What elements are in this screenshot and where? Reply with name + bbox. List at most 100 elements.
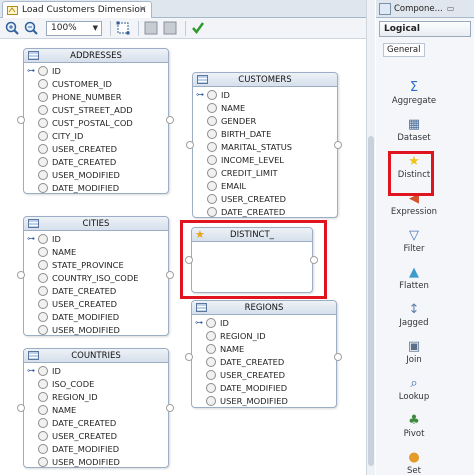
table-cities[interactable]: CITIES ⊶ ID NAME STATE_PROVINCE COUNTRY_ISO_… bbox=[23, 216, 169, 336]
attribute-icon bbox=[38, 233, 48, 244]
attribute-row[interactable]: INCOME_LEVEL bbox=[193, 153, 337, 166]
palette-item-flatten[interactable]: ▲ Flatten bbox=[384, 265, 444, 291]
table-header[interactable]: CUSTOMERS bbox=[193, 73, 337, 87]
attribute-row[interactable]: CREDIT_LIMIT bbox=[193, 166, 337, 179]
attribute-row[interactable]: USER_CREATED bbox=[24, 297, 168, 310]
palette-item-filter[interactable]: ▽ Filter bbox=[384, 228, 444, 254]
minimize-icon[interactable]: ▭ bbox=[447, 4, 455, 13]
palette-item-lookup[interactable]: ⌕ Lookup bbox=[384, 376, 444, 402]
table-header[interactable]: REGIONS bbox=[192, 301, 336, 315]
table-header[interactable]: ADDRESSES bbox=[24, 49, 168, 63]
input-port[interactable] bbox=[186, 141, 194, 149]
input-port[interactable] bbox=[17, 271, 25, 279]
attribute-row[interactable]: GENDER bbox=[193, 114, 337, 127]
attribute-row[interactable]: DATE_MODIFIED bbox=[24, 310, 168, 323]
attribute-row[interactable]: ⊶ ID bbox=[24, 364, 168, 377]
table-addresses[interactable]: ADDRESSES ⊶ ID CUSTOMER_ID PHONE_NUMBER CUST… bbox=[23, 48, 169, 194]
attribute-row[interactable]: USER_MODIFIED bbox=[192, 394, 336, 407]
attribute-row[interactable]: NAME bbox=[24, 403, 168, 416]
attribute-row[interactable]: EMAIL bbox=[193, 179, 337, 192]
attribute-row[interactable]: ⊶ ID bbox=[193, 88, 337, 101]
attribute-row[interactable]: ⊶ ID bbox=[24, 64, 168, 77]
output-port[interactable] bbox=[166, 404, 174, 412]
attribute-row[interactable]: USER_CREATED bbox=[24, 142, 168, 155]
palette-item-set[interactable]: ● Set bbox=[384, 450, 444, 475]
zoom-out-icon[interactable] bbox=[23, 20, 39, 36]
attribute-row[interactable]: CITY_ID bbox=[24, 129, 168, 142]
palette-item-join[interactable]: ▣ Join bbox=[384, 339, 444, 365]
attribute-row[interactable]: DATE_CREATED bbox=[193, 205, 337, 218]
attribute-row[interactable]: PHONE_NUMBER bbox=[24, 90, 168, 103]
attribute-row[interactable]: CUST_POSTAL_COD bbox=[24, 116, 168, 129]
palette-item-label: Filter bbox=[403, 244, 425, 254]
palette-item-dataset[interactable]: ▦ Dataset bbox=[384, 117, 444, 143]
attribute-row[interactable]: NAME bbox=[192, 342, 336, 355]
attribute-row[interactable]: DATE_MODIFIED bbox=[24, 181, 168, 194]
attribute-row[interactable]: NAME bbox=[24, 245, 168, 258]
attribute-name: PHONE_NUMBER bbox=[52, 91, 122, 102]
attribute-row[interactable]: COUNTRY_ISO_CODE bbox=[24, 271, 168, 284]
scrollbar-thumb[interactable] bbox=[368, 136, 374, 466]
attribute-row[interactable]: ISO_CODE bbox=[24, 377, 168, 390]
palette-tab[interactable]: Compone... ▭ bbox=[376, 0, 474, 18]
table-countries[interactable]: COUNTRIES ⊶ ID ISO_CODE REGION_ID NAME DATE_C… bbox=[23, 348, 169, 468]
input-port[interactable] bbox=[185, 353, 193, 361]
output-port[interactable] bbox=[166, 116, 174, 124]
join-icon: ▣ bbox=[407, 339, 421, 354]
palette-item-aggregate[interactable]: Σ Aggregate bbox=[384, 80, 444, 106]
attribute-row[interactable]: DATE_CREATED bbox=[24, 416, 168, 429]
attribute-row[interactable]: CUSTOMER_ID bbox=[24, 77, 168, 90]
attribute-name: USER_CREATED bbox=[52, 143, 118, 154]
attribute-row[interactable]: BIRTH_DATE bbox=[193, 127, 337, 140]
attribute-row[interactable]: DATE_CREATED bbox=[24, 284, 168, 297]
attribute-row[interactable]: REGION_ID bbox=[192, 329, 336, 342]
table-header[interactable]: CITIES bbox=[24, 217, 168, 231]
mapping-canvas[interactable]: ADDRESSES ⊶ ID CUSTOMER_ID PHONE_NUMBER CUST… bbox=[0, 40, 366, 475]
canvas-scrollbar[interactable] bbox=[366, 0, 375, 475]
attribute-row[interactable]: USER_CREATED bbox=[193, 192, 337, 205]
toolbar-separator bbox=[185, 20, 186, 36]
attribute-row[interactable]: USER_CREATED bbox=[192, 368, 336, 381]
attribute-name: DATE_CREATED bbox=[52, 285, 117, 296]
zoom-in-icon[interactable] bbox=[4, 20, 20, 36]
palette-item-pivot[interactable]: ♣ Pivot bbox=[384, 413, 444, 439]
attribute-icon bbox=[207, 154, 217, 165]
editor-tab[interactable]: Load Customers Dimension × bbox=[2, 1, 152, 18]
output-port[interactable] bbox=[334, 353, 342, 361]
attribute-row[interactable]: STATE_PROVINCE bbox=[24, 258, 168, 271]
attribute-row[interactable]: MARITAL_STATUS bbox=[193, 140, 337, 153]
attribute-row[interactable]: USER_MODIFIED bbox=[24, 323, 168, 336]
attribute-row[interactable]: DATE_MODIFIED bbox=[24, 442, 168, 455]
attribute-name: DATE_CREATED bbox=[220, 356, 285, 367]
input-port[interactable] bbox=[17, 116, 25, 124]
attribute-icon bbox=[38, 143, 48, 154]
attribute-row[interactable]: DATE_CREATED bbox=[24, 155, 168, 168]
attribute-row[interactable]: ⊶ ID bbox=[192, 316, 336, 329]
attribute-row[interactable]: REGION_ID bbox=[24, 390, 168, 403]
attribute-row[interactable]: USER_MODIFIED bbox=[24, 455, 168, 468]
attribute-row[interactable]: DATE_MODIFIED bbox=[192, 381, 336, 394]
layout-icon[interactable] bbox=[143, 20, 159, 36]
attribute-row[interactable]: DATE_CREATED bbox=[192, 355, 336, 368]
attribute-icon bbox=[207, 180, 217, 191]
attribute-row[interactable]: USER_CREATED bbox=[24, 429, 168, 442]
attribute-row[interactable]: USER_MODIFIED bbox=[24, 168, 168, 181]
fit-to-window-icon[interactable] bbox=[115, 20, 131, 36]
table-customers[interactable]: CUSTOMERS ⊶ ID NAME GENDER BIRTH_DATE MARITAL… bbox=[192, 72, 338, 218]
attribute-row[interactable]: ⊶ ID bbox=[24, 232, 168, 245]
table-header[interactable]: COUNTRIES bbox=[24, 349, 168, 363]
palette-item-jagged[interactable]: ↕ Jagged bbox=[384, 302, 444, 328]
validate-check-icon[interactable] bbox=[190, 20, 206, 36]
palette-category-select[interactable]: Logical bbox=[379, 21, 471, 37]
attribute-row[interactable]: CUST_STREET_ADD bbox=[24, 103, 168, 116]
attribute-row[interactable]: NAME bbox=[193, 101, 337, 114]
output-port[interactable] bbox=[334, 141, 342, 149]
close-icon[interactable]: × bbox=[139, 4, 147, 15]
zoom-select[interactable]: 100% ▼ bbox=[46, 20, 102, 36]
input-port[interactable] bbox=[17, 404, 25, 412]
table-regions[interactable]: REGIONS ⊶ ID REGION_ID NAME DATE_CREATED USER… bbox=[191, 300, 337, 408]
palette-item-label: Join bbox=[406, 355, 422, 365]
output-port[interactable] bbox=[166, 271, 174, 279]
align-icon[interactable] bbox=[162, 20, 178, 36]
flatten-icon: ▲ bbox=[409, 265, 419, 280]
